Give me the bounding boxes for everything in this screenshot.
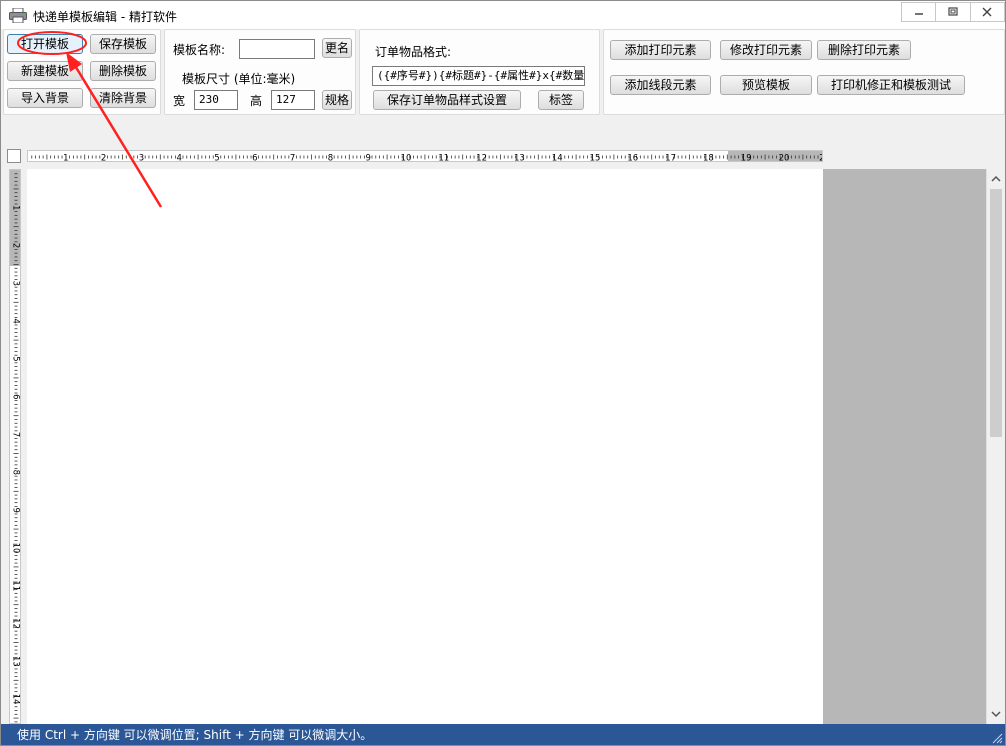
ruler-label: 18 <box>703 154 714 163</box>
height-label: 高 <box>250 94 263 108</box>
window-controls <box>901 2 1005 22</box>
ruler-label: 20 <box>779 154 790 163</box>
tags-button[interactable]: 标签 <box>538 90 584 110</box>
ruler-label: 6 <box>252 154 257 163</box>
minimize-icon <box>914 13 923 15</box>
delete-print-element-button[interactable]: 删除打印元素 <box>817 40 911 60</box>
design-area: 12345678910111213141516171819202 1234567… <box>1 147 1005 724</box>
new-template-button[interactable]: 新建模板 <box>7 61 83 81</box>
vertical-ruler: 1234567891011121314 <box>9 169 21 724</box>
ruler-label: 2 <box>819 154 823 163</box>
ruler-label: 11 <box>11 580 21 591</box>
ruler-label: 11 <box>438 154 449 163</box>
ruler-out-of-page-shade <box>10 170 20 266</box>
preview-template-button[interactable]: 预览模板 <box>720 75 812 95</box>
ruler-label: 9 <box>11 507 21 512</box>
minimize-button[interactable] <box>902 3 937 21</box>
ruler-label: 13 <box>11 656 21 667</box>
status-bar: 使用 Ctrl + 方向键 可以微调位置; Shift + 方向键 可以微调大小… <box>1 724 1005 745</box>
ruler-label: 1 <box>11 205 21 210</box>
template-size-label: 模板尺寸 (单位:毫米) <box>182 72 296 86</box>
add-line-element-button[interactable]: 添加线段元素 <box>610 75 711 95</box>
title-bar: 快递单模板编辑 - 精打软件 <box>1 1 1005 29</box>
ruler-corner <box>7 149 21 163</box>
vertical-scrollbar[interactable] <box>986 169 1004 724</box>
template-name-label: 模板名称: <box>173 43 226 57</box>
maximize-icon <box>948 7 958 16</box>
ruler-label: 14 <box>552 154 563 163</box>
window-title: 快递单模板编辑 - 精打软件 <box>33 10 177 24</box>
ruler-label: 7 <box>290 154 295 163</box>
ruler-label: 10 <box>11 543 21 554</box>
ruler-label: 9 <box>365 154 370 163</box>
printer-icon <box>9 8 27 23</box>
ruler-label: 3 <box>11 281 21 286</box>
close-icon <box>982 7 992 17</box>
add-print-element-button[interactable]: 添加打印元素 <box>610 40 711 60</box>
printer-correction-button[interactable]: 打印机修正和模板测试 <box>817 75 965 95</box>
ruler-label: 5 <box>214 154 219 163</box>
resize-grip-icon[interactable] <box>991 732 1003 744</box>
ruler-label: 12 <box>11 618 21 629</box>
maximize-button[interactable] <box>936 3 971 21</box>
status-hint: 使用 Ctrl + 方向键 可以微调位置; Shift + 方向键 可以微调大小… <box>17 728 373 742</box>
height-input[interactable]: 127 <box>271 90 315 110</box>
order-format-input[interactable]: ({#序号#}){#标题#}-{#属性#}x{#数量# <box>372 66 585 86</box>
spec-button[interactable]: 规格 <box>322 90 352 110</box>
ruler-label: 3 <box>139 154 144 163</box>
ruler-label: 16 <box>627 154 638 163</box>
edit-print-element-button[interactable]: 修改打印元素 <box>720 40 812 60</box>
open-template-button[interactable]: 打开模板 <box>7 34 83 54</box>
ruler-label: 1 <box>63 154 68 163</box>
ruler-label: 14 <box>11 694 21 705</box>
horizontal-ruler: 12345678910111213141516171819202 <box>27 150 823 162</box>
ruler-label: 17 <box>665 154 676 163</box>
save-template-button[interactable]: 保存模板 <box>90 34 156 54</box>
template-name-input[interactable] <box>239 39 315 59</box>
order-format-label: 订单物品格式: <box>375 45 452 59</box>
ruler-label: 2 <box>11 243 21 248</box>
ruler-label: 8 <box>328 154 333 163</box>
width-label: 宽 <box>173 94 186 108</box>
ruler-label: 6 <box>11 394 21 399</box>
scroll-down-icon[interactable] <box>991 709 1001 719</box>
close-button[interactable] <box>971 3 1004 21</box>
save-order-format-button[interactable]: 保存订单物品样式设置 <box>373 90 521 110</box>
ruler-label: 10 <box>401 154 412 163</box>
import-background-button[interactable]: 导入背景 <box>7 88 83 108</box>
ruler-label: 19 <box>741 154 752 163</box>
scroll-thumb[interactable] <box>990 189 1002 437</box>
rename-button[interactable]: 更名 <box>322 38 352 58</box>
ruler-label: 12 <box>476 154 487 163</box>
ruler-label: 7 <box>11 432 21 437</box>
ruler-label: 2 <box>101 154 106 163</box>
delete-template-button[interactable]: 删除模板 <box>90 61 156 81</box>
scroll-up-icon[interactable] <box>991 174 1001 184</box>
canvas-outside-area <box>823 169 986 724</box>
ruler-label: 5 <box>11 356 21 361</box>
ruler-label: 13 <box>514 154 525 163</box>
ruler-label: 4 <box>176 154 181 163</box>
width-input[interactable]: 230 <box>194 90 238 110</box>
ruler-label: 4 <box>11 318 21 323</box>
toolbar: 打开模板 保存模板 新建模板 删除模板 导入背景 清除背景 模板名称: 更名 模… <box>1 29 1005 145</box>
template-canvas[interactable] <box>27 169 823 724</box>
ruler-label: 15 <box>590 154 601 163</box>
ruler-label: 8 <box>11 470 21 475</box>
app-window: 快递单模板编辑 - 精打软件 打开模板 保存模板 新建模板 删除模板 导入背景 … <box>0 0 1006 746</box>
clear-background-button[interactable]: 清除背景 <box>90 88 156 108</box>
